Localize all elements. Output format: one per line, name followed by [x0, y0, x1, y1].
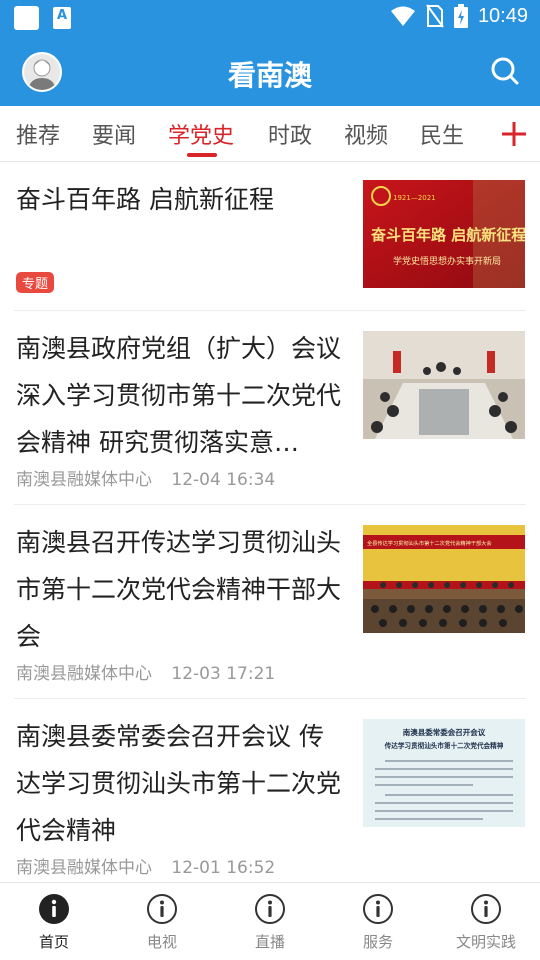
info-icon [471, 894, 501, 924]
nav-live[interactable]: 直播 [216, 893, 324, 952]
article-time: 12-01 16:52 [171, 858, 276, 878]
article-time: 12-03 17:21 [171, 664, 276, 684]
bottom-nav: 首页 电视 直播 服务 文明实践 [0, 882, 540, 960]
info-icon [255, 894, 285, 924]
thumb-years: 1921—2021 [393, 194, 436, 202]
tab-politics[interactable]: 时政 [268, 118, 312, 150]
topic-badge: 专题 [16, 272, 55, 293]
info-icon [363, 894, 393, 924]
article-item[interactable]: 南澳县委常委会召开会议 传达学习贯彻汕头市第十二次党代会精神 南澳县融媒体中心 … [14, 699, 526, 883]
thumb-heading: 南澳县委常委会召开会议 [403, 727, 486, 737]
article-meta: 南澳县融媒体中心 12-01 16:52 [16, 853, 289, 878]
article-thumbnail: 1921—2021 奋斗百年路 启航新征程 学党史悟思想办实事开新局 [363, 180, 525, 288]
page-title: 看南澳 [227, 59, 312, 92]
tab-video[interactable]: 视频 [344, 118, 388, 150]
plus-icon [502, 122, 526, 146]
nav-label: 文明实践 [455, 933, 516, 951]
battery-icon [453, 4, 468, 28]
tab-more-button[interactable] [496, 106, 540, 161]
info-icon [39, 894, 69, 924]
active-tab-indicator [187, 153, 217, 157]
info-icon [147, 894, 177, 924]
article-source: 南澳县融媒体中心 [16, 664, 152, 684]
article-meta: 南澳县融媒体中心 12-03 17:21 [16, 659, 289, 684]
nav-label: 电视 [146, 933, 177, 951]
nav-label: 直播 [254, 933, 285, 951]
nav-civilization-practice[interactable]: 文明实践 [432, 893, 540, 952]
status-bar: A 10:49 [0, 0, 540, 36]
clock: 10:49 [477, 4, 528, 27]
nav-tv[interactable]: 电视 [108, 893, 216, 952]
tab-livelihood[interactable]: 民生 [420, 118, 464, 150]
tab-news[interactable]: 要闻 [92, 118, 136, 150]
article-thumbnail: 全县传达学习贯彻汕头市第十二次党代会精神干部大会 [363, 525, 525, 633]
article-item[interactable]: 奋斗百年路 启航新征程 专题 1921—2021 奋斗百年路 启航新征程 学党史… [14, 162, 526, 311]
channel-tabs: 推荐 要闻 学党史 时政 视频 民生 [0, 106, 540, 162]
thumb-caption: 奋斗百年路 启航新征程 [370, 226, 525, 244]
article-source: 南澳县融媒体中心 [16, 470, 152, 490]
article-title: 南澳县召开传达学习贯彻汕头市第十二次党代会精神干部大会 [16, 528, 342, 651]
article-meta: 南澳县融媒体中心 12-04 16:34 [16, 465, 289, 490]
thumb-subcaption: 学党史悟思想办实事开新局 [393, 255, 501, 267]
article-item[interactable]: 南澳县政府党组（扩大）会议 深入学习贯彻市第十二次党代会精神 研究贯彻落实意… … [14, 311, 526, 505]
article-thumbnail [363, 331, 525, 439]
thumb-banner: 全县传达学习贯彻汕头市第十二次党代会精神干部大会 [367, 539, 492, 547]
nav-label: 服务 [362, 933, 393, 951]
article-title: 奋斗百年路 启航新征程 [16, 185, 274, 214]
notification-a-icon: A [53, 7, 71, 29]
article-title: 南澳县政府党组（扩大）会议 深入学习贯彻市第十二次党代会精神 研究贯彻落实意… [16, 334, 342, 457]
nav-home[interactable]: 首页 [0, 893, 108, 952]
article-source: 南澳县融媒体中心 [16, 858, 152, 878]
notification-icon [14, 6, 39, 30]
article-title: 南澳县委常委会召开会议 传达学习贯彻汕头市第十二次党代会精神 [16, 722, 342, 845]
no-sim-icon [426, 4, 444, 28]
thumb-subheading: 传达学习贯彻汕头市第十二次党代会精神 [384, 741, 504, 750]
tab-recommend[interactable]: 推荐 [16, 118, 60, 150]
wifi-icon [390, 6, 415, 26]
nav-label: 首页 [38, 933, 69, 951]
nav-service[interactable]: 服务 [324, 893, 432, 952]
search-icon[interactable] [490, 56, 520, 86]
tab-party-history[interactable]: 学党史 [168, 118, 234, 150]
app-bar: 看南澳 [0, 36, 540, 106]
article-thumbnail: 南澳县委常委会召开会议 传达学习贯彻汕头市第十二次党代会精神 [363, 719, 525, 827]
article-item[interactable]: 南澳县召开传达学习贯彻汕头市第十二次党代会精神干部大会 南澳县融媒体中心 12-… [14, 505, 526, 699]
article-time: 12-04 16:34 [171, 470, 276, 490]
